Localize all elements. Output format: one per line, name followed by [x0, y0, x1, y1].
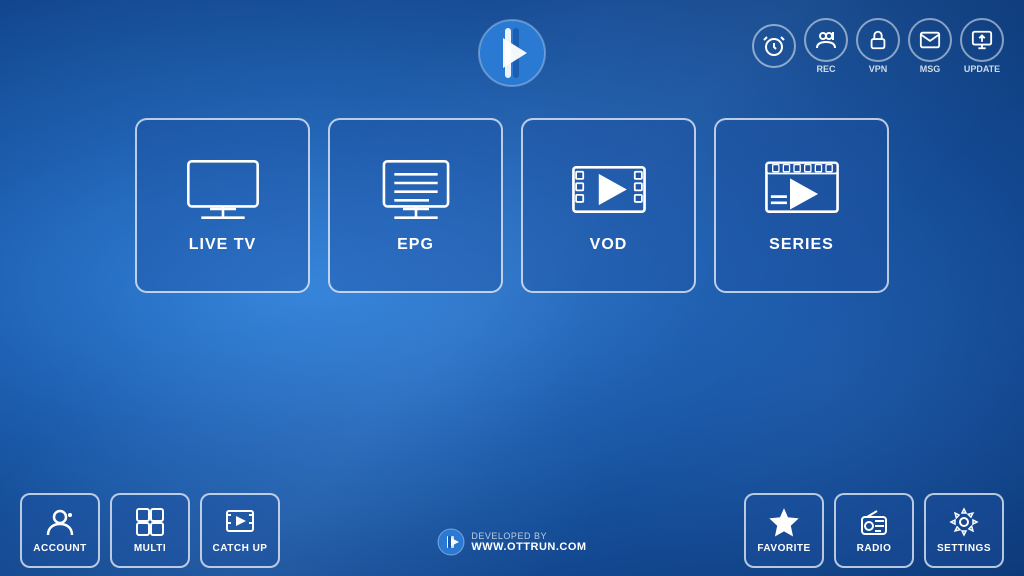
vod-card[interactable]: VOD — [521, 118, 696, 293]
catch-up-label: CATCH UP — [213, 543, 268, 554]
rec-label: REC — [816, 64, 835, 74]
vpn-icon — [856, 18, 900, 62]
settings-button[interactable]: SETTINGS — [924, 493, 1004, 568]
developed-by-prefix: DEVELOPED BY — [471, 531, 586, 541]
account-button[interactable]: ACCOUNT — [20, 493, 100, 568]
developer-credit: DEVELOPED BY WWW.OTTRUN.COM — [437, 528, 586, 568]
update-button[interactable]: UPDATE — [960, 18, 1004, 74]
live-tv-card[interactable]: LIVE TV — [135, 118, 310, 293]
radio-button[interactable]: RADIO — [834, 493, 914, 568]
live-tv-icon — [183, 157, 263, 222]
settings-icon — [949, 507, 979, 537]
vpn-label: VPN — [869, 64, 888, 74]
epg-label: EPG — [397, 236, 434, 254]
multi-label: MULTI — [134, 543, 166, 554]
rec-icon — [804, 18, 848, 62]
header: REC VPN — [0, 0, 1024, 88]
favorite-button[interactable]: FAVORITE — [744, 493, 824, 568]
live-tv-label: LIVE TV — [189, 236, 256, 254]
vod-icon — [569, 157, 649, 222]
series-card[interactable]: SERIES — [714, 118, 889, 293]
msg-icon — [908, 18, 952, 62]
update-icon — [960, 18, 1004, 62]
bottom-bar: ACCOUNT MULTI — [0, 493, 1024, 576]
catch-up-button[interactable]: CATCH UP — [200, 493, 280, 568]
epg-card[interactable]: EPG — [328, 118, 503, 293]
update-label: UPDATE — [964, 64, 1000, 74]
main-nav-grid: LIVE TV EPG — [135, 118, 889, 293]
settings-label: SETTINGS — [937, 543, 991, 554]
radio-icon — [859, 507, 889, 537]
msg-button[interactable]: MSG — [908, 18, 952, 74]
top-icons-bar: REC VPN — [752, 18, 1004, 74]
favorite-icon — [769, 507, 799, 537]
vod-label: VOD — [590, 236, 628, 254]
rec-button[interactable]: REC — [804, 18, 848, 74]
series-label: SERIES — [769, 236, 834, 254]
developer-url: WWW.OTTRUN.COM — [471, 541, 586, 553]
main-container: REC VPN — [0, 0, 1024, 576]
app-logo — [477, 18, 547, 88]
vpn-button[interactable]: VPN — [856, 18, 900, 74]
alarm-button[interactable] — [752, 24, 796, 68]
epg-icon — [376, 157, 456, 222]
alarm-icon — [752, 24, 796, 68]
bottom-left-buttons: ACCOUNT MULTI — [20, 493, 280, 568]
favorite-label: FAVORITE — [757, 543, 810, 554]
catch-up-icon — [225, 507, 255, 537]
bottom-right-buttons: FAVORITE RADIO — [744, 493, 1004, 568]
account-label: ACCOUNT — [33, 543, 87, 554]
multi-icon — [135, 507, 165, 537]
series-icon — [762, 157, 842, 222]
account-icon — [45, 507, 75, 537]
multi-button[interactable]: MULTI — [110, 493, 190, 568]
msg-label: MSG — [920, 64, 941, 74]
radio-label: RADIO — [857, 543, 892, 554]
